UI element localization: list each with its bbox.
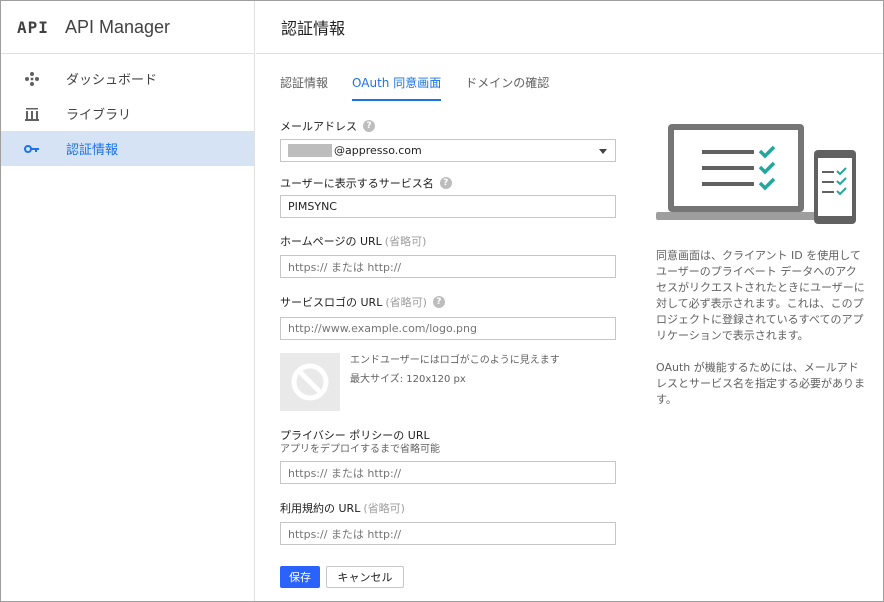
- no-image-icon: [291, 363, 329, 401]
- optional-tag: (省略可): [385, 296, 427, 309]
- product-name-label: ユーザーに表示するサービス名 ?: [280, 175, 616, 191]
- optional-tag: (省略可): [384, 235, 427, 248]
- homepage-label-text: ホームページの URL: [280, 235, 382, 248]
- sidebar-item-label: ライブラリ: [66, 108, 132, 123]
- cancel-button[interactable]: キャンセル: [326, 566, 404, 588]
- chevron-down-icon: [599, 149, 607, 154]
- dashboard-icon: [23, 70, 41, 88]
- info-paragraph: 同意画面は、クライアント ID を使用してユーザーのプライベート データへのアク…: [656, 249, 865, 342]
- redacted-text: [288, 144, 332, 157]
- app-title: API Manager: [65, 16, 171, 37]
- email-label: メールアドレス ?: [280, 118, 616, 134]
- homepage-url-input[interactable]: https:// または http://: [280, 255, 616, 278]
- terms-url-input[interactable]: https:// または http://: [280, 522, 616, 545]
- email-select[interactable]: @appresso.com: [280, 139, 616, 162]
- product-name-input[interactable]: PIMSYNC: [280, 195, 616, 218]
- help-icon[interactable]: ?: [432, 296, 445, 308]
- brand: API API Manager: [1, 1, 254, 54]
- logo-preview: [280, 353, 340, 411]
- logo-url-label-text: サービスロゴの URL: [280, 296, 383, 309]
- sidebar-nav: ダッシュボード ライブラリ 認証情報: [1, 54, 254, 166]
- logo-max-size: 最大サイズ: 120x120 px: [350, 374, 466, 385]
- privacy-label: プライバシー ポリシーの URL: [280, 427, 616, 443]
- sidebar-item-label: 認証情報: [66, 143, 119, 158]
- privacy-sublabel: アプリをデプロイするまで省略可能: [280, 444, 440, 455]
- terms-label-text: 利用規約の URL: [280, 502, 361, 515]
- email-value: @appresso.com: [334, 144, 422, 157]
- terms-label: 利用規約の URL (省略可): [280, 500, 616, 516]
- consent-illustration: [656, 124, 856, 224]
- privacy-label-text: プライバシー ポリシーの URL: [280, 429, 430, 442]
- help-icon[interactable]: ?: [439, 177, 452, 189]
- homepage-label: ホームページの URL (省略可): [280, 233, 616, 249]
- page-title: 認証情報: [281, 19, 346, 38]
- info-panel: 同意画面は、クライアント ID を使用してユーザーのプライベート データへのアク…: [656, 248, 866, 424]
- email-label-text: メールアドレス: [280, 120, 357, 133]
- product-name-label-text: ユーザーに表示するサービス名: [280, 177, 434, 190]
- tab-bar: 認証情報 OAuth 同意画面 ドメインの確認: [280, 74, 573, 101]
- sidebar-item-credentials[interactable]: 認証情報: [1, 131, 254, 166]
- tab-credentials[interactable]: 認証情報: [280, 74, 328, 101]
- sidebar-item-label: ダッシュボード: [66, 73, 158, 88]
- logo-url-label: サービスロゴの URL (省略可) ?: [280, 294, 616, 310]
- info-paragraph: OAuth が機能するためには、メールアドレスとサービス名を指定する必要がありま…: [656, 361, 865, 406]
- optional-tag: (省略可): [363, 502, 405, 515]
- save-button[interactable]: 保存: [280, 566, 320, 588]
- sidebar-item-dashboard[interactable]: ダッシュボード: [1, 61, 254, 96]
- key-icon: [23, 140, 41, 158]
- sidebar: API API Manager ダッシュボード ライブラリ 認証情報: [1, 1, 255, 601]
- tab-oauth-consent[interactable]: OAuth 同意画面: [352, 74, 442, 101]
- logo-url-input[interactable]: http://www.example.com/logo.png: [280, 317, 616, 340]
- help-icon[interactable]: ?: [363, 120, 375, 132]
- api-logo: API: [17, 17, 49, 37]
- library-icon: [23, 105, 41, 123]
- logo-hint: エンドユーザーにはロゴがこのように見えます 最大サイズ: 120x120 px: [350, 351, 560, 389]
- page-header: 認証情報: [256, 1, 883, 54]
- tab-domain-verification[interactable]: ドメインの確認: [465, 74, 549, 101]
- sidebar-item-library[interactable]: ライブラリ: [1, 96, 254, 131]
- privacy-url-input[interactable]: https:// または http://: [280, 461, 616, 484]
- logo-hint-text: エンドユーザーにはロゴがこのように見えます: [350, 355, 560, 366]
